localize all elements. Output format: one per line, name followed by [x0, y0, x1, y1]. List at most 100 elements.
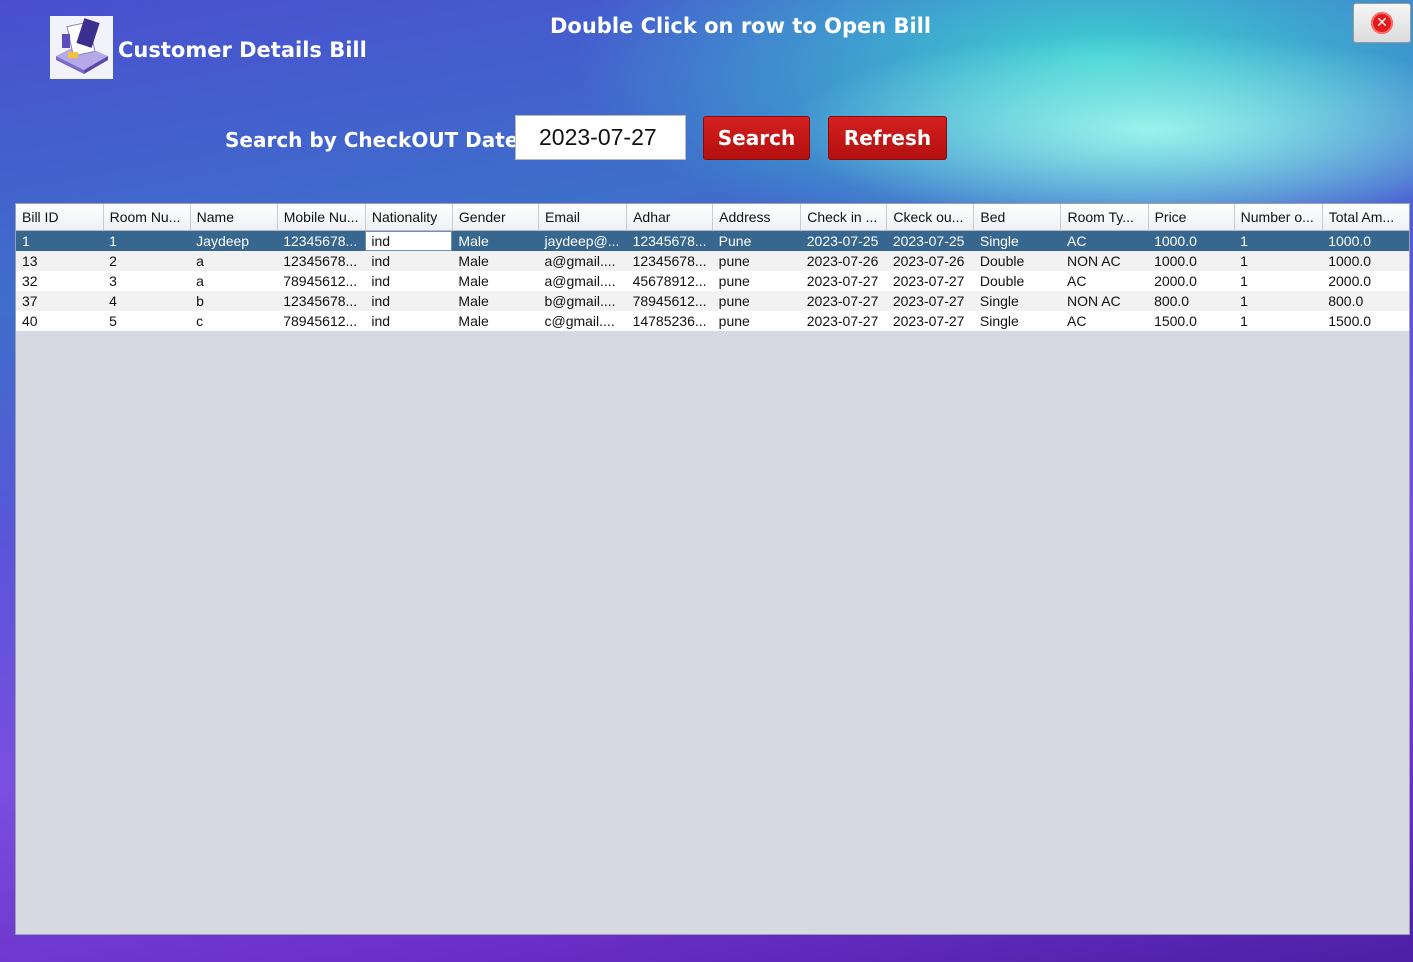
- close-button[interactable]: ✕: [1353, 3, 1411, 43]
- table-cell[interactable]: 2023-07-25: [801, 231, 887, 252]
- table-cell[interactable]: 1000.0: [1148, 231, 1234, 252]
- table-cell[interactable]: 78945612...: [627, 291, 713, 311]
- table-cell[interactable]: Male: [452, 231, 538, 252]
- column-header[interactable]: Number o...: [1234, 204, 1323, 231]
- table-cell[interactable]: 2023-07-27: [801, 311, 887, 331]
- table-cell[interactable]: 2023-07-27: [801, 291, 887, 311]
- column-header[interactable]: Email: [538, 204, 628, 231]
- table-cell[interactable]: 12345678...: [277, 251, 365, 271]
- table-cell[interactable]: 12345678...: [277, 291, 365, 311]
- table-cell[interactable]: 40: [16, 311, 103, 331]
- column-header[interactable]: Bed: [973, 204, 1062, 231]
- table-cell[interactable]: pune: [713, 251, 801, 271]
- table-cell[interactable]: a: [190, 251, 277, 271]
- column-header[interactable]: Bill ID: [16, 204, 104, 231]
- table-cell[interactable]: Double: [974, 271, 1061, 291]
- table-cell[interactable]: 2023-07-26: [887, 251, 974, 271]
- table-cell[interactable]: NON AC: [1061, 251, 1148, 271]
- table-cell[interactable]: 2023-07-27: [887, 291, 974, 311]
- table-cell[interactable]: Single: [974, 231, 1061, 252]
- table-cell[interactable]: pune: [713, 291, 801, 311]
- table-cell[interactable]: 14785236...: [627, 311, 713, 331]
- table-cell[interactable]: NON AC: [1061, 291, 1148, 311]
- table-cell[interactable]: a@gmail....: [538, 251, 626, 271]
- column-header[interactable]: Address: [712, 204, 802, 231]
- table-row[interactable]: 13 2 a 12345678... ind Male a@gmail.... 1234567…: [16, 251, 1409, 271]
- table-cell[interactable]: a@gmail....: [538, 271, 626, 291]
- table-row[interactable]: 40 5 c 78945612... ind Male c@gmail.... 1478523…: [16, 311, 1409, 331]
- table-cell[interactable]: 2023-07-27: [801, 271, 887, 291]
- table-cell[interactable]: 45678912...: [627, 271, 713, 291]
- table-cell[interactable]: 2: [103, 251, 190, 271]
- table-cell[interactable]: 78945612...: [277, 311, 365, 331]
- table-cell[interactable]: 2023-07-27: [887, 271, 974, 291]
- table-cell[interactable]: 1000.0: [1322, 231, 1409, 252]
- column-header[interactable]: Room Nu...: [103, 204, 191, 231]
- table-cell[interactable]: b: [190, 291, 277, 311]
- table-cell[interactable]: ind: [365, 271, 452, 291]
- refresh-button[interactable]: Refresh: [828, 116, 947, 160]
- table-cell[interactable]: 1: [1234, 291, 1322, 311]
- checkout-date-input[interactable]: [515, 115, 686, 160]
- table-cell[interactable]: ind: [365, 230, 453, 251]
- table-cell[interactable]: Male: [452, 291, 538, 311]
- table-cell[interactable]: 5: [103, 311, 190, 331]
- table-cell[interactable]: 1: [1234, 251, 1322, 271]
- table-cell[interactable]: Male: [452, 311, 538, 331]
- table-cell[interactable]: 37: [16, 291, 103, 311]
- column-header[interactable]: Adhar: [626, 204, 714, 231]
- bill-table[interactable]: Bill ID Room Nu... Name Mobile Nu... Nationa…: [15, 203, 1410, 935]
- table-cell[interactable]: 1: [103, 231, 190, 252]
- table-cell[interactable]: AC: [1061, 231, 1148, 252]
- table-cell[interactable]: pune: [713, 311, 801, 331]
- table-cell[interactable]: 2000.0: [1322, 271, 1409, 291]
- table-cell[interactable]: c: [190, 311, 277, 331]
- table-cell[interactable]: 1: [1234, 231, 1322, 252]
- table-cell[interactable]: AC: [1061, 271, 1148, 291]
- table-cell[interactable]: 2023-07-25: [887, 231, 974, 252]
- table-cell[interactable]: Single: [974, 291, 1061, 311]
- table-cell[interactable]: ind: [365, 311, 452, 331]
- column-header[interactable]: Ckeck ou...: [886, 204, 975, 231]
- table-cell[interactable]: 1: [1234, 311, 1322, 331]
- column-header[interactable]: Mobile Nu...: [277, 204, 366, 231]
- column-header[interactable]: Nationality: [365, 204, 453, 231]
- table-cell[interactable]: 2000.0: [1148, 271, 1234, 291]
- table-cell[interactable]: b@gmail....: [538, 291, 626, 311]
- column-header[interactable]: Total Am...: [1322, 204, 1409, 231]
- table-cell[interactable]: 3: [103, 271, 190, 291]
- search-button[interactable]: Search: [703, 116, 810, 160]
- table-cell[interactable]: ind: [365, 251, 452, 271]
- table-cell[interactable]: 800.0: [1322, 291, 1409, 311]
- table-cell[interactable]: 1500.0: [1322, 311, 1409, 331]
- table-cell[interactable]: c@gmail....: [538, 311, 626, 331]
- table-cell[interactable]: 1000.0: [1148, 251, 1234, 271]
- column-header[interactable]: Check in ...: [800, 204, 888, 231]
- table-cell[interactable]: 2023-07-26: [801, 251, 887, 271]
- table-cell[interactable]: 800.0: [1148, 291, 1234, 311]
- column-header[interactable]: Room Ty...: [1060, 204, 1149, 231]
- table-cell[interactable]: 1500.0: [1148, 311, 1234, 331]
- table-cell[interactable]: ind: [365, 291, 452, 311]
- column-header[interactable]: Name: [190, 204, 278, 231]
- table-cell[interactable]: Double: [974, 251, 1061, 271]
- table-row[interactable]: 32 3 a 78945612... ind Male a@gmail.... 4567891…: [16, 271, 1409, 291]
- table-row[interactable]: 37 4 b 12345678... ind Male b@gmail.... 7894561…: [16, 291, 1409, 311]
- table-cell[interactable]: 78945612...: [277, 271, 365, 291]
- table-cell[interactable]: Male: [452, 251, 538, 271]
- table-cell[interactable]: a: [190, 271, 277, 291]
- table-cell[interactable]: 1: [1234, 271, 1322, 291]
- table-cell[interactable]: 1000.0: [1322, 251, 1409, 271]
- column-header[interactable]: Price: [1148, 204, 1235, 231]
- table-cell[interactable]: 1: [16, 231, 103, 252]
- table-cell[interactable]: AC: [1061, 311, 1148, 331]
- table-cell[interactable]: 12345678...: [627, 231, 713, 252]
- table-cell[interactable]: 4: [103, 291, 190, 311]
- table-cell[interactable]: Pune: [713, 231, 801, 252]
- table-cell[interactable]: 13: [16, 251, 103, 271]
- table-cell[interactable]: 32: [16, 271, 103, 291]
- table-cell[interactable]: 2023-07-27: [887, 311, 974, 331]
- table-cell[interactable]: Jaydeep: [190, 231, 277, 252]
- table-cell[interactable]: 12345678...: [277, 231, 365, 252]
- table-cell[interactable]: 12345678...: [627, 251, 713, 271]
